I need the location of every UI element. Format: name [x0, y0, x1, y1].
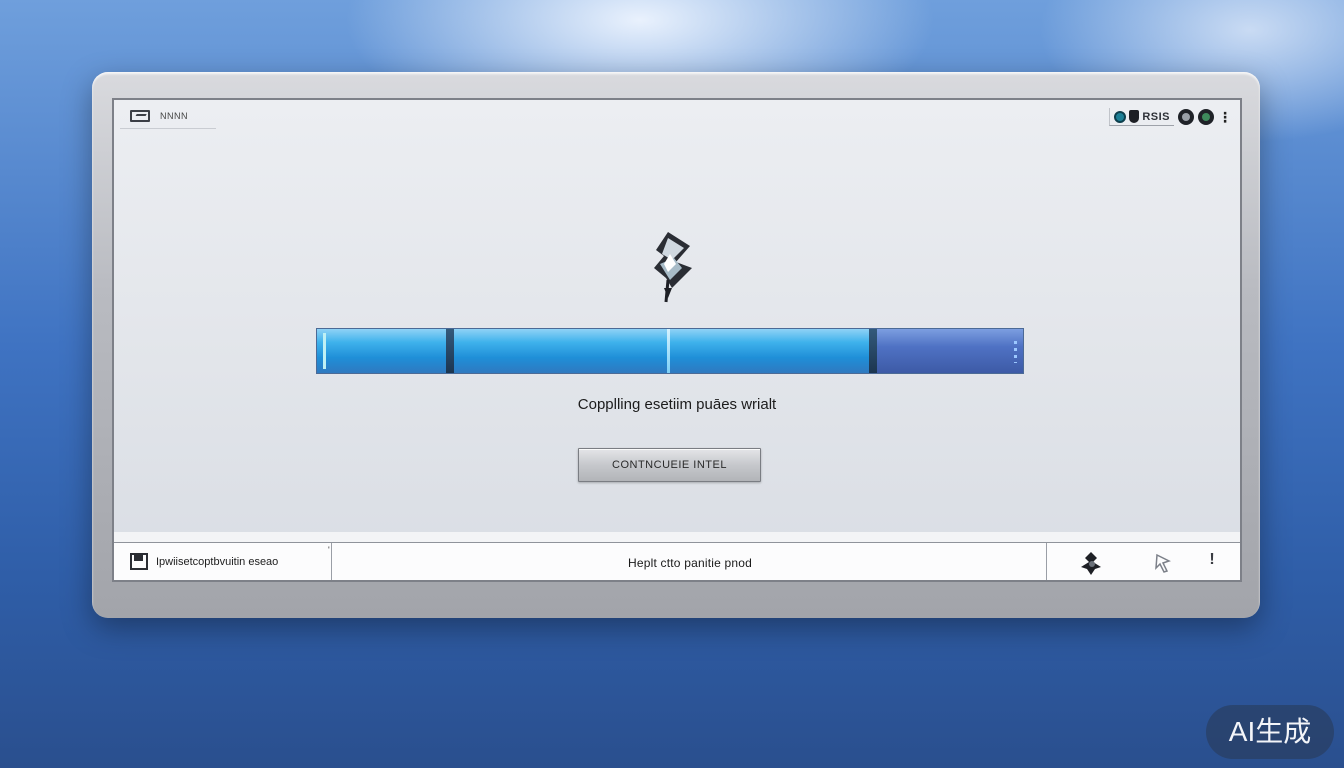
status-bar-left: Ipwiisetcoptbvuitin eseao '	[114, 543, 332, 580]
round-button-icon[interactable]	[1178, 109, 1194, 125]
progress-segment-divider	[667, 329, 670, 373]
status-message: Copplling esetiim puāes wrialt	[577, 396, 777, 413]
progress-segment-divider	[446, 329, 454, 373]
status-bar-left-label: Ipwiisetcoptbvuitin eseao	[156, 556, 279, 568]
round-button-icon[interactable]	[1198, 109, 1214, 125]
title-divider	[120, 128, 216, 129]
application-window: NNNN RSIS ⋮ Copplling esetiim puāes wria…	[112, 98, 1242, 582]
alert-icon[interactable]: !	[1205, 551, 1219, 575]
progress-remaining	[874, 329, 1023, 373]
tray-label: RSIS	[1142, 110, 1170, 123]
cursor-icon[interactable]	[1147, 549, 1177, 579]
progress-cap-right	[1014, 341, 1017, 363]
title-bar-tray: RSIS ⋮	[1109, 108, 1232, 126]
continue-button[interactable]: CONTNCUEIE INTEL	[578, 448, 761, 482]
progress-fill	[317, 329, 875, 373]
status-bar-center-label: Heplt ctto panitie pnod	[627, 556, 752, 570]
app-logo-icon	[130, 110, 150, 122]
status-bar-right: !	[1046, 543, 1240, 580]
progress-cap-left	[323, 333, 326, 369]
teal-dot-icon[interactable]	[1114, 110, 1127, 123]
status-bar: Ipwiisetcoptbvuitin eseao ' Heplt ctto p…	[114, 542, 1240, 580]
divider-tick: '	[328, 545, 330, 555]
shield-icon[interactable]	[1129, 110, 1140, 123]
kebab-menu-icon[interactable]: ⋮	[1218, 110, 1232, 124]
save-icon[interactable]	[130, 553, 148, 570]
title-bar: NNNN RSIS ⋮	[114, 100, 1240, 134]
progress-bar	[316, 328, 1024, 374]
progress-segment-divider	[869, 329, 877, 373]
ai-generated-watermark: AI生成	[1206, 705, 1334, 759]
tray-group: RSIS	[1109, 108, 1174, 126]
bug-icon[interactable]	[1077, 549, 1107, 579]
footer-spacer	[114, 532, 1240, 542]
pen-nib-icon	[654, 232, 692, 303]
window-title: NNNN	[160, 111, 188, 121]
monitor-bezel: NNNN RSIS ⋮ Copplling esetiim puāes wria…	[92, 72, 1260, 618]
